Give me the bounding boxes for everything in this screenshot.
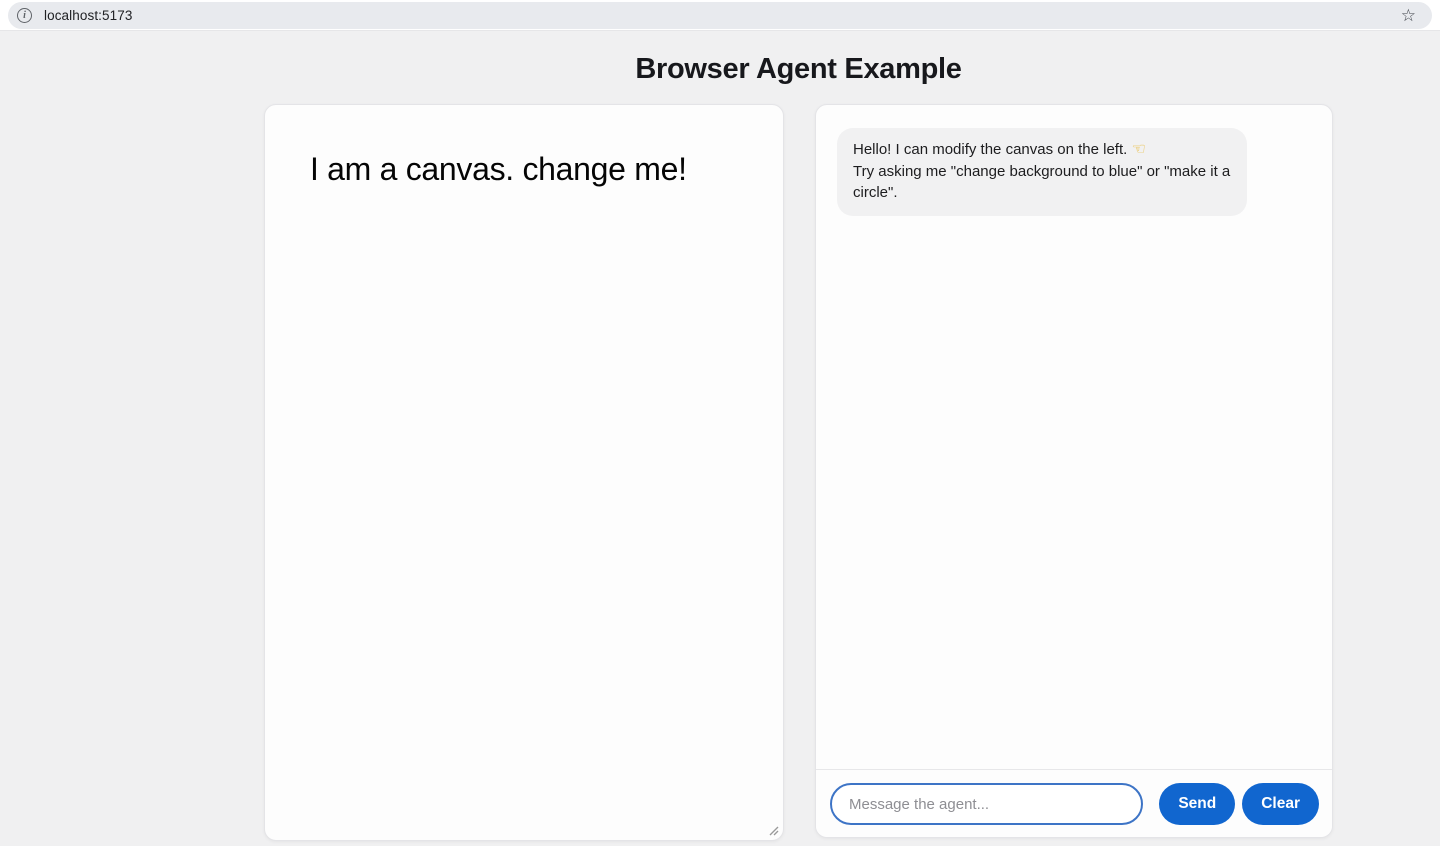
- page-title: Browser Agent Example: [264, 53, 1333, 86]
- agent-message-bubble: Hello! I can modify the canvas on the le…: [837, 128, 1247, 216]
- resize-handle-icon[interactable]: [767, 824, 779, 836]
- info-icon[interactable]: i: [17, 8, 32, 23]
- pointing-left-emoji: ☜: [1132, 141, 1146, 158]
- clear-button[interactable]: Clear: [1242, 783, 1319, 825]
- chat-messages: Hello! I can modify the canvas on the le…: [816, 105, 1332, 769]
- message-input[interactable]: [830, 783, 1143, 825]
- url-text: localhost:5173: [44, 8, 132, 23]
- bookmark-star-icon[interactable]: ☆: [1401, 6, 1416, 23]
- url-bar[interactable]: i localhost:5173 ☆: [8, 2, 1432, 29]
- browser-topbar: i localhost:5173 ☆: [0, 0, 1440, 31]
- chat-panel: Hello! I can modify the canvas on the le…: [815, 104, 1333, 838]
- canvas-panel[interactable]: I am a canvas. change me!: [264, 104, 784, 841]
- agent-message-line2: Try asking me "change background to blue…: [853, 163, 1230, 202]
- canvas-text: I am a canvas. change me!: [310, 151, 687, 188]
- composer-bar: Send Clear: [816, 769, 1332, 837]
- agent-message-line1: Hello! I can modify the canvas on the le…: [853, 141, 1127, 158]
- send-button[interactable]: Send: [1159, 783, 1235, 825]
